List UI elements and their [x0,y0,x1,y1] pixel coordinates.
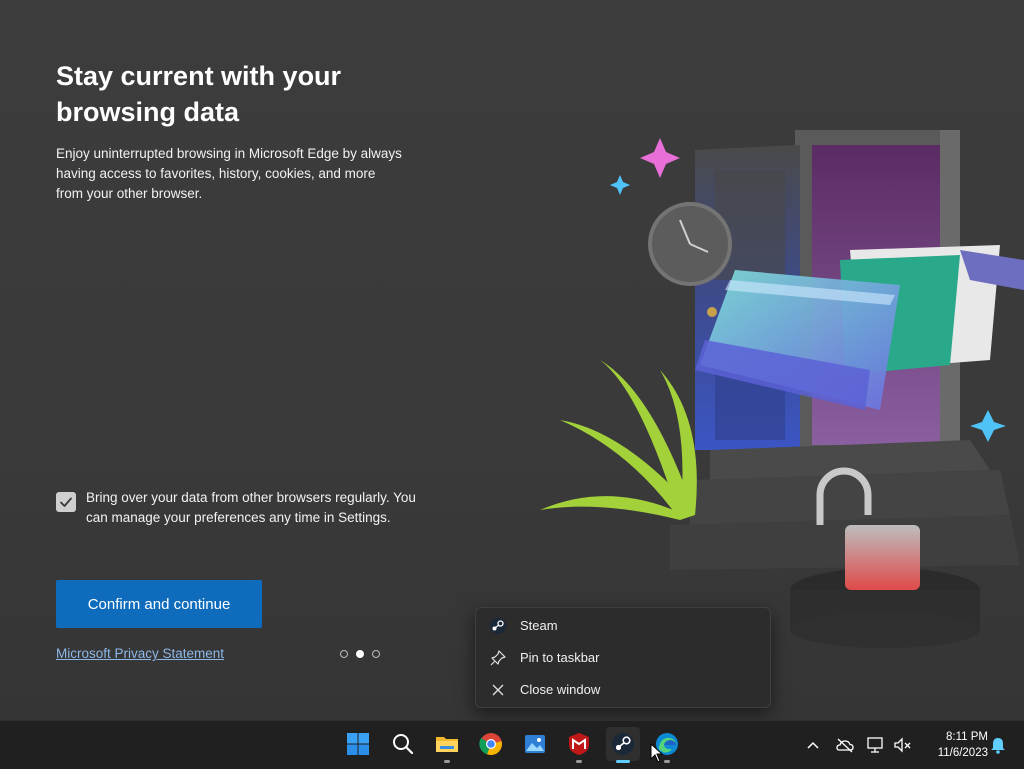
pager-dots [340,650,388,660]
running-indicator [576,760,582,763]
running-indicator [664,760,670,763]
pin-icon [490,650,506,666]
clock-date: 11/6/2023 [937,747,988,759]
search-icon [393,734,414,755]
menu-item-pin-to-taskbar[interactable]: Pin to taskbar [476,642,770,674]
volume-muted-icon[interactable] [892,735,912,755]
mcafee-button[interactable] [562,727,596,763]
mouse-cursor-icon [650,743,664,763]
chrome-button[interactable] [474,727,508,761]
menu-item-steam[interactable]: Steam [476,610,770,642]
clock[interactable]: 8:11 PM 11/6/2023 [916,729,988,761]
menu-item-close-window[interactable]: Close window [476,674,770,706]
start-button[interactable] [341,727,375,761]
page-description: Enjoy uninterrupted browsing in Microsof… [56,146,402,201]
photos-icon [525,735,545,753]
folder-icon [436,737,458,752]
menu-item-label: Close window [520,682,601,697]
steam-button[interactable] [606,727,640,763]
onedrive-offline-icon[interactable] [835,735,855,755]
steam-icon [490,618,506,634]
clock-time: 8:11 PM [946,731,988,743]
confirm-continue-button[interactable]: Confirm and continue [56,580,262,628]
menu-item-label: Steam [520,618,558,633]
menu-item-label: Pin to taskbar [520,650,600,665]
chevron-up-icon[interactable] [803,735,823,755]
close-icon [492,684,504,696]
chrome-icon [479,733,502,756]
pager-dot-3[interactable] [372,650,380,658]
running-indicator [444,760,450,763]
active-indicator [616,760,630,763]
windows-icon [347,733,369,755]
pager-dot-2[interactable] [356,650,364,658]
taskbar-jump-list: Steam Pin to taskbar Close window [475,607,771,708]
file-explorer-button[interactable] [430,727,464,763]
notification-bell-icon[interactable] [988,735,1008,755]
mcafee-icon [569,733,589,755]
privacy-statement-link[interactable]: Microsoft Privacy Statement [56,646,224,661]
import-checkbox-label: Bring over your data from other browsers… [86,490,416,525]
search-button[interactable] [386,727,420,761]
photos-button[interactable] [518,727,552,761]
taskbar: 8:11 PM 11/6/2023 [0,720,1024,769]
checkmark-icon [60,497,72,507]
page-title: Stay current with your browsing data [56,61,342,127]
import-checkbox[interactable] [56,492,76,512]
network-icon[interactable] [866,735,886,755]
pager-dot-1[interactable] [340,650,348,658]
steam-icon [612,733,634,755]
browsing-data-illustration [540,130,1024,648]
